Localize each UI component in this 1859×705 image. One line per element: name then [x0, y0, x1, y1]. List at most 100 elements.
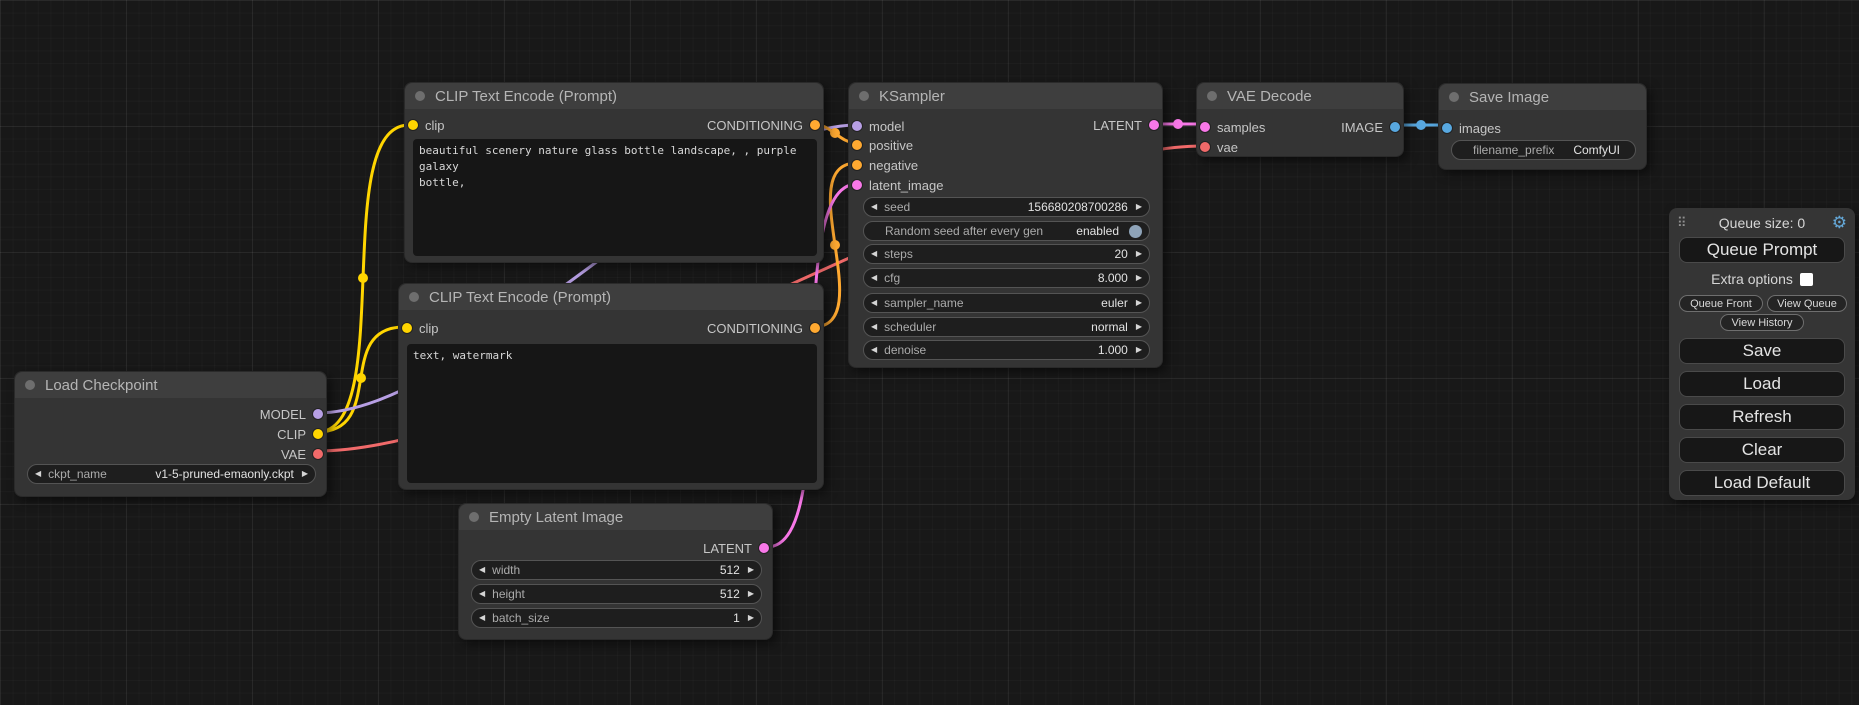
node-title-bar[interactable]: Load Checkpoint — [15, 372, 326, 398]
prev-value-arrow-icon[interactable]: ◀ — [479, 590, 485, 598]
collapse-dot-icon[interactable] — [415, 91, 425, 101]
widget-height[interactable]: ◀ height 512 ▶ — [471, 584, 762, 604]
output-port-clip[interactable]: CLIP — [277, 425, 323, 443]
node-vae-decode[interactable]: VAE Decode samples vae IMAGE — [1196, 82, 1404, 157]
prev-value-arrow-icon[interactable]: ◀ — [479, 566, 485, 574]
input-port-clip[interactable]: clip — [402, 319, 439, 337]
prev-value-arrow-icon[interactable]: ◀ — [871, 274, 877, 282]
input-port-positive[interactable]: positive — [852, 136, 913, 154]
node-ksampler[interactable]: KSampler model positive negative latent_… — [848, 82, 1163, 368]
queue-prompt-button[interactable]: Queue Prompt — [1679, 237, 1845, 263]
node-title-bar[interactable]: CLIP Text Encode (Prompt) — [405, 83, 823, 109]
input-port-clip[interactable]: clip — [408, 116, 445, 134]
node-title-bar[interactable]: VAE Decode — [1197, 83, 1403, 109]
widget-steps[interactable]: ◀ steps 20 ▶ — [863, 244, 1150, 264]
collapse-dot-icon[interactable] — [25, 380, 35, 390]
conditioning-port-dot[interactable] — [810, 120, 820, 130]
output-port-vae[interactable]: VAE — [281, 445, 323, 463]
input-port-model[interactable]: model — [852, 117, 904, 135]
next-value-arrow-icon[interactable]: ▶ — [748, 590, 754, 598]
prev-value-arrow-icon[interactable]: ◀ — [479, 614, 485, 622]
node-save-image[interactable]: Save Image images filename_prefix ComfyU… — [1438, 83, 1647, 170]
widget-filename-prefix[interactable]: filename_prefix ComfyUI — [1451, 140, 1636, 160]
clear-button[interactable]: Clear — [1679, 437, 1845, 463]
next-value-arrow-icon[interactable]: ▶ — [1136, 250, 1142, 258]
node-title-bar[interactable]: Empty Latent Image — [459, 504, 772, 530]
model-port-dot[interactable] — [852, 121, 862, 131]
node-title-bar[interactable]: KSampler — [849, 83, 1162, 109]
widget-width[interactable]: ◀ width 512 ▶ — [471, 560, 762, 580]
vae-port-dot[interactable] — [313, 449, 323, 459]
output-port-conditioning[interactable]: CONDITIONING — [707, 319, 820, 337]
collapse-dot-icon[interactable] — [1207, 91, 1217, 101]
next-value-arrow-icon[interactable]: ▶ — [1136, 203, 1142, 211]
next-value-arrow-icon[interactable]: ▶ — [748, 614, 754, 622]
negative-prompt-textarea[interactable]: text, watermark — [407, 344, 817, 483]
clip-port-dot[interactable] — [408, 120, 418, 130]
image-port-dot[interactable] — [1390, 122, 1400, 132]
view-queue-button[interactable]: View Queue — [1767, 295, 1847, 312]
node-title-bar[interactable]: CLIP Text Encode (Prompt) — [399, 284, 823, 310]
latent-port-dot[interactable] — [1200, 122, 1210, 132]
node-load-checkpoint[interactable]: Load Checkpoint MODEL CLIP VAE ◀ ckpt_na… — [14, 371, 327, 497]
prev-value-arrow-icon[interactable]: ◀ — [871, 346, 877, 354]
conditioning-port-dot[interactable] — [810, 323, 820, 333]
queue-front-button[interactable]: Queue Front — [1679, 295, 1763, 312]
save-button[interactable]: Save — [1679, 338, 1845, 364]
refresh-button[interactable]: Refresh — [1679, 404, 1845, 430]
load-default-button[interactable]: Load Default — [1679, 470, 1845, 496]
input-port-images[interactable]: images — [1442, 119, 1501, 137]
input-port-samples[interactable]: samples — [1200, 118, 1265, 136]
clip-port-dot[interactable] — [402, 323, 412, 333]
comfyui-canvas[interactable]: { "colors": { "model_link": "#b79fe4", "… — [0, 0, 1859, 705]
next-value-arrow-icon[interactable]: ▶ — [1136, 323, 1142, 331]
latent-port-dot[interactable] — [1149, 120, 1159, 130]
node-clip-text-encode-positive[interactable]: CLIP Text Encode (Prompt) clip CONDITION… — [404, 82, 824, 263]
output-port-latent[interactable]: LATENT — [1093, 116, 1159, 134]
image-port-dot[interactable] — [1442, 123, 1452, 133]
output-port-conditioning[interactable]: CONDITIONING — [707, 116, 820, 134]
collapse-dot-icon[interactable] — [409, 292, 419, 302]
widget-cfg[interactable]: ◀ cfg 8.000 ▶ — [863, 268, 1150, 288]
next-value-arrow-icon[interactable]: ▶ — [1136, 274, 1142, 282]
collapse-dot-icon[interactable] — [859, 91, 869, 101]
latent-port-dot[interactable] — [852, 180, 862, 190]
next-value-arrow-icon[interactable]: ▶ — [748, 566, 754, 574]
prev-value-arrow-icon[interactable]: ◀ — [871, 323, 877, 331]
clip-port-dot[interactable] — [313, 429, 323, 439]
widget-seed[interactable]: ◀ seed 156680208700286 ▶ — [863, 197, 1150, 217]
queue-panel[interactable]: ⠿ Queue size: 0 ⚙ Queue Prompt Extra opt… — [1669, 208, 1855, 500]
collapse-dot-icon[interactable] — [469, 512, 479, 522]
model-port-dot[interactable] — [313, 409, 323, 419]
widget-ckpt-name[interactable]: ◀ ckpt_name v1-5-pruned-emaonly.ckpt ▶ — [27, 464, 316, 484]
load-button[interactable]: Load — [1679, 371, 1845, 397]
positive-prompt-textarea[interactable]: beautiful scenery nature glass bottle la… — [413, 139, 817, 256]
input-port-vae[interactable]: vae — [1200, 138, 1238, 156]
next-value-arrow-icon[interactable]: ▶ — [1136, 346, 1142, 354]
gear-icon[interactable]: ⚙ — [1832, 213, 1847, 233]
widget-random-seed-toggle[interactable]: Random seed after every gen enabled — [863, 221, 1150, 241]
input-port-negative[interactable]: negative — [852, 156, 918, 174]
node-title-bar[interactable]: Save Image — [1439, 84, 1646, 110]
output-port-latent[interactable]: LATENT — [703, 539, 769, 557]
prev-value-arrow-icon[interactable]: ◀ — [35, 470, 41, 478]
widget-denoise[interactable]: ◀ denoise 1.000 ▶ — [863, 340, 1150, 360]
view-history-button[interactable]: View History — [1720, 314, 1804, 331]
vae-port-dot[interactable] — [1200, 142, 1210, 152]
prev-value-arrow-icon[interactable]: ◀ — [871, 203, 877, 211]
extra-options-checkbox[interactable] — [1800, 273, 1813, 286]
next-value-arrow-icon[interactable]: ▶ — [1136, 299, 1142, 307]
widget-sampler-name[interactable]: ◀ sampler_name euler ▶ — [863, 293, 1150, 313]
conditioning-port-dot[interactable] — [852, 140, 862, 150]
toggle-dot-icon[interactable] — [1129, 225, 1142, 238]
node-empty-latent-image[interactable]: Empty Latent Image LATENT ◀ width 512 ▶ … — [458, 503, 773, 640]
output-port-model[interactable]: MODEL — [260, 405, 323, 423]
prev-value-arrow-icon[interactable]: ◀ — [871, 299, 877, 307]
latent-port-dot[interactable] — [759, 543, 769, 553]
output-port-image[interactable]: IMAGE — [1341, 118, 1400, 136]
prev-value-arrow-icon[interactable]: ◀ — [871, 250, 877, 258]
conditioning-port-dot[interactable] — [852, 160, 862, 170]
collapse-dot-icon[interactable] — [1449, 92, 1459, 102]
widget-batch-size[interactable]: ◀ batch_size 1 ▶ — [471, 608, 762, 628]
next-value-arrow-icon[interactable]: ▶ — [302, 470, 308, 478]
